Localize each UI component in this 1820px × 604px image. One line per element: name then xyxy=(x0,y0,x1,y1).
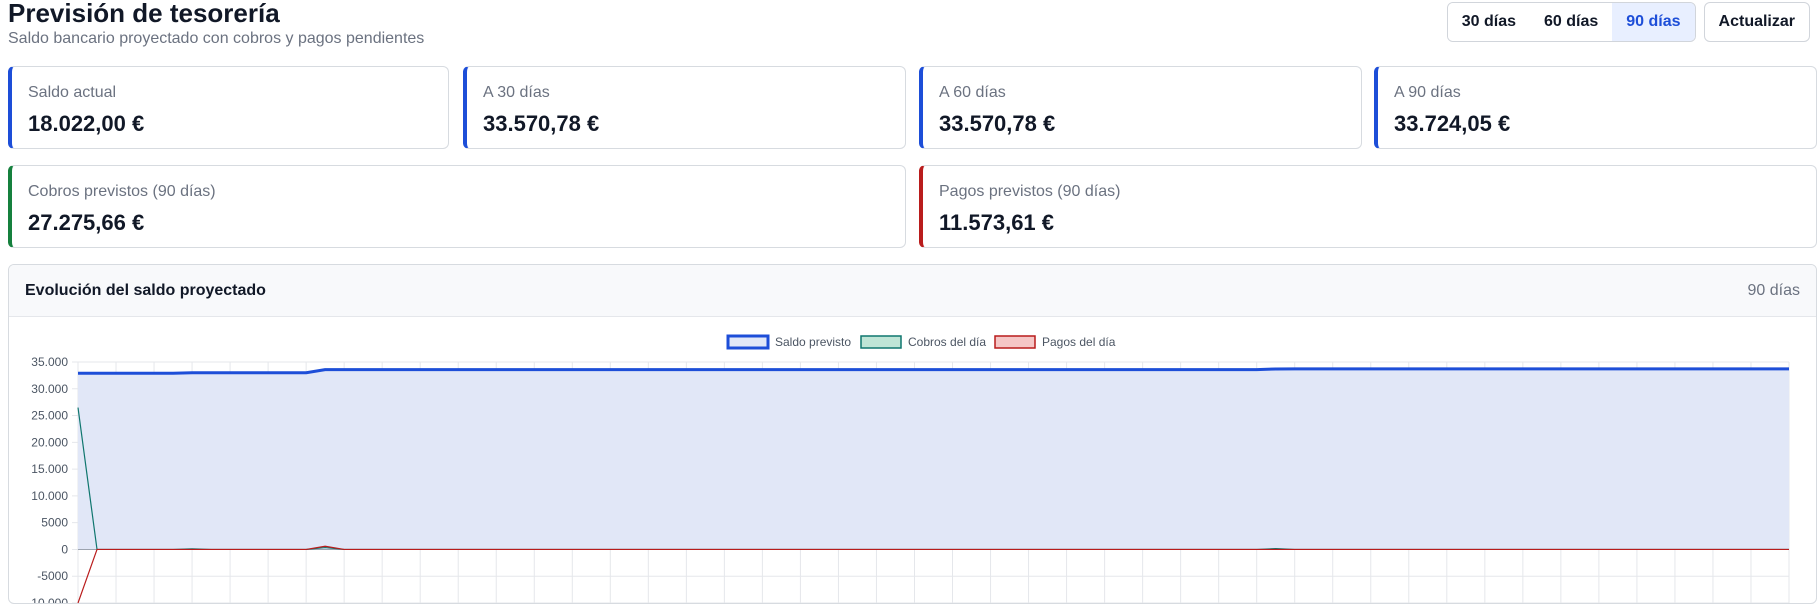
range-60-button[interactable]: 60 días xyxy=(1530,3,1613,41)
cobros-value: 27.275,66 € xyxy=(28,210,145,235)
legend-saldo-label: Saldo previsto xyxy=(775,335,851,349)
y-tick-label: -5000 xyxy=(37,569,68,583)
saldo-area xyxy=(78,368,1789,550)
toolbar: 30 días 60 días 90 días Actualizar xyxy=(1446,2,1810,42)
pagos-value: 11.573,61 € xyxy=(939,210,1055,235)
y-tick-label: 5000 xyxy=(41,516,68,530)
legend-pagos-swatch xyxy=(994,335,1036,349)
y-tick-label: 20.000 xyxy=(31,435,68,449)
legend-pagos-label: Pagos del día xyxy=(1042,335,1116,349)
range-90-button[interactable]: 90 días xyxy=(1612,3,1695,41)
cobros-label: Cobros previstos (90 días) xyxy=(28,183,216,200)
legend-cobros-swatch xyxy=(860,335,902,349)
y-tick-label: 0 xyxy=(61,542,68,556)
summary-label: A 90 días xyxy=(1394,84,1461,101)
page-title: Previsión de tesorería xyxy=(8,0,280,28)
chart-title: Evolución del saldo proyectado xyxy=(25,281,266,299)
y-tick-label: 25.000 xyxy=(31,409,68,423)
balance-chart: 35.000 30.000 25.000 20.000 15.000 10.000 5000… xyxy=(27,334,1790,604)
pagos-card: Pagos previstos (90 días) 11.573,61 € xyxy=(919,165,1817,248)
summary-card-30: A 30 días 33.570,78 € xyxy=(463,66,906,149)
summary-value: 33.724,05 € xyxy=(1394,111,1511,136)
chart-range-label: 90 días xyxy=(1747,281,1800,299)
y-tick-label: -10.000 xyxy=(27,596,68,604)
pagos-label: Pagos previstos (90 días) xyxy=(939,183,1121,200)
summary-value: 18.022,00 € xyxy=(28,111,145,136)
pagos-line xyxy=(77,545,1789,603)
summary-card-current: Saldo actual 18.022,00 € xyxy=(8,66,449,149)
range-30-button[interactable]: 30 días xyxy=(1447,3,1530,41)
page-header: Previsión de tesorería Saldo bancario pr… xyxy=(8,0,424,50)
summary-label: Saldo actual xyxy=(28,84,117,101)
y-tick-label: 30.000 xyxy=(31,382,68,396)
range-selector: 30 días 60 días 90 días xyxy=(1446,2,1696,42)
summary-card-60: A 60 días 33.570,78 € xyxy=(919,66,1362,149)
summary-label: A 60 días xyxy=(939,84,1006,101)
summary-value: 33.570,78 € xyxy=(483,111,600,136)
refresh-button[interactable]: Actualizar xyxy=(1703,2,1810,42)
cobros-card: Cobros previstos (90 días) 27.275,66 € xyxy=(8,165,906,248)
summary-value: 33.570,78 € xyxy=(939,111,1056,136)
legend-saldo-swatch xyxy=(726,334,770,350)
chart-panel: Evolución del saldo proyectado 90 días 3… xyxy=(8,264,1817,604)
legend-cobros-label: Cobros del día xyxy=(908,335,986,349)
chart-header: Evolución del saldo proyectado 90 días xyxy=(9,265,1816,317)
y-tick-label: 10.000 xyxy=(31,489,68,503)
y-tick-label: 15.000 xyxy=(31,462,68,476)
page-subtitle: Saldo bancario proyectado con cobros y p… xyxy=(8,30,425,47)
summary-label: A 30 días xyxy=(483,84,550,101)
summary-card-90: A 90 días 33.724,05 € xyxy=(1374,66,1817,149)
y-tick-label: 35.000 xyxy=(31,355,68,369)
